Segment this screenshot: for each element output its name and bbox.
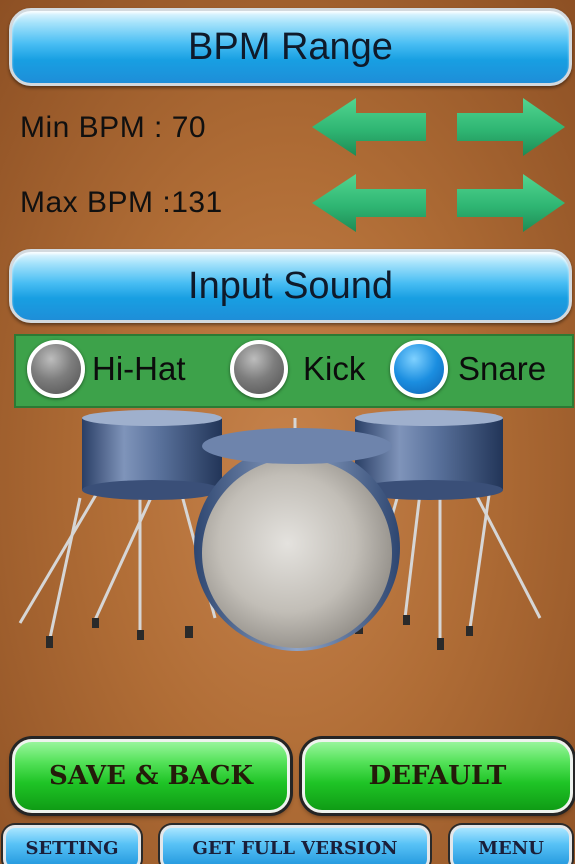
snare-radio[interactable] <box>390 340 448 398</box>
menu-label: MENU <box>478 838 544 859</box>
kick-radio[interactable] <box>230 340 288 398</box>
kick-label: Kick <box>303 350 366 387</box>
get-full-version-button[interactable]: GET FULL VERSION <box>160 825 430 864</box>
left-arrow-icon <box>312 174 426 232</box>
min-bpm-decrease-button[interactable] <box>310 96 428 158</box>
default-label: DEFAULT <box>368 761 507 791</box>
hi-hat-radio[interactable] <box>27 340 85 398</box>
hi-hat-label: Hi-Hat <box>92 350 186 387</box>
max-bpm-decrease-button[interactable] <box>310 172 428 234</box>
drum-kit-illustration <box>18 410 542 651</box>
left-arrow-icon <box>312 98 426 156</box>
min-bpm-label: Min BPM : 70 <box>20 111 207 144</box>
get-full-version-label: GET FULL VERSION <box>192 838 398 859</box>
snare-label: Snare <box>458 350 547 387</box>
max-bpm-label: Max BPM :131 <box>20 186 223 219</box>
right-arrow-icon <box>457 98 565 156</box>
menu-button[interactable]: MENU <box>450 825 572 864</box>
save-back-label: SAVE & BACK <box>48 761 254 791</box>
drum-kit-icon <box>18 410 542 651</box>
input-sound-header: Input Sound <box>9 249 572 323</box>
right-arrow-icon <box>457 174 565 232</box>
bpm-range-title: BPM Range <box>188 25 393 68</box>
max-bpm-increase-button[interactable] <box>455 172 567 234</box>
bpm-range-header: BPM Range <box>9 8 572 86</box>
setting-label: SETTING <box>25 838 119 859</box>
save-back-button[interactable]: SAVE & BACK <box>12 739 290 813</box>
input-sound-title: Input Sound <box>188 264 393 307</box>
setting-button[interactable]: SETTING <box>3 825 141 864</box>
default-button[interactable]: DEFAULT <box>302 739 573 813</box>
min-bpm-increase-button[interactable] <box>455 96 567 158</box>
